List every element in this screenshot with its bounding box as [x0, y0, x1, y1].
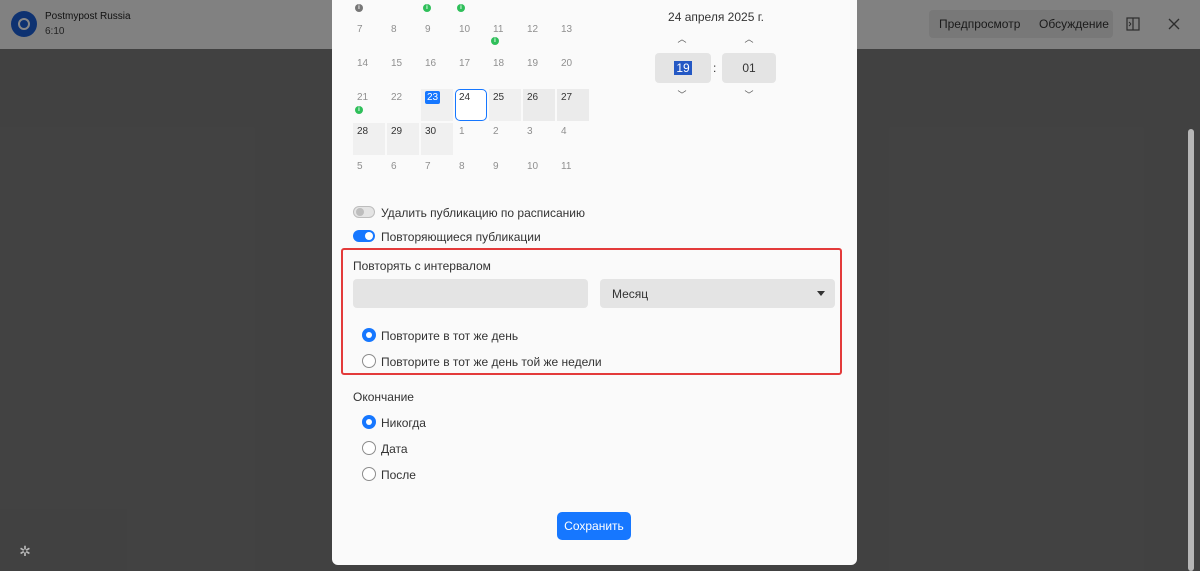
calendar-day[interactable]: 8 — [387, 21, 419, 53]
caret-down-icon — [817, 291, 825, 296]
delete-scheduled-toggle[interactable] — [353, 206, 375, 218]
calendar-day[interactable]: 10 — [523, 158, 555, 190]
calendar-day[interactable]: 28 — [353, 123, 385, 155]
date-label: Дата — [381, 442, 408, 456]
scrollbar[interactable] — [1188, 129, 1194, 571]
hour-input[interactable]: 19 — [655, 53, 711, 83]
calendar-day[interactable]: 30 — [421, 123, 453, 155]
event-badge-icon: i — [355, 4, 363, 12]
calendar-day[interactable]: 17 — [455, 55, 487, 87]
calendar-day[interactable]: 26 — [523, 89, 555, 121]
calendar-day[interactable]: 8 — [455, 158, 487, 190]
event-badge-icon: i — [457, 4, 465, 12]
calendar-day[interactable]: 15 — [387, 55, 419, 87]
minute-up-chevron-icon[interactable]: ︿ — [744, 34, 754, 44]
calendar-day[interactable]: 14 — [353, 55, 385, 87]
calendar-day[interactable]: 11 — [557, 158, 589, 190]
calendar-day[interactable]: 25 — [489, 89, 521, 121]
minute-down-chevron-icon[interactable]: ﹀ — [744, 90, 754, 100]
selected-date-label: 24 апреля 2025 г. — [668, 10, 764, 24]
calendar-day[interactable]: 9 — [489, 158, 521, 190]
calendar-day[interactable]: 7 — [421, 158, 453, 190]
calendar-day[interactable]: 2 — [489, 123, 521, 155]
calendar-day[interactable]: 3 — [523, 123, 555, 155]
calendar-day[interactable]: 1 — [455, 123, 487, 155]
repeat-posts-toggle[interactable] — [353, 230, 375, 242]
radio-never[interactable] — [362, 415, 376, 429]
radio-after[interactable] — [362, 467, 376, 481]
same-weekday-label: Повторите в тот же день той же недели — [381, 355, 602, 369]
ending-label: Окончание — [353, 390, 414, 404]
calendar-day[interactable]: 16 — [421, 55, 453, 87]
calendar-day[interactable]: 20 — [557, 55, 589, 87]
event-badge-icon: i — [491, 37, 499, 45]
repeat-interval-label: Повторять с интервалом — [353, 259, 491, 273]
calendar-day-selected[interactable]: 24 — [455, 89, 487, 121]
calendar-day[interactable]: 27 — [557, 89, 589, 121]
calendar-day[interactable]: 6 — [387, 158, 419, 190]
settings-gear-icon[interactable]: ✲ — [17, 543, 33, 559]
calendar-day[interactable]: 29 — [387, 123, 419, 155]
never-label: Никогда — [381, 416, 426, 430]
calendar-day[interactable]: 12 — [523, 21, 555, 53]
calendar-day[interactable]: 4 — [557, 123, 589, 155]
calendar-day[interactable]: 13 — [557, 21, 589, 53]
event-badge-icon: i — [355, 106, 363, 114]
radio-same-weekday[interactable] — [362, 354, 376, 368]
save-button[interactable]: Сохранить — [557, 512, 631, 540]
calendar-day[interactable]: 18 — [489, 55, 521, 87]
event-badge-icon: i — [423, 4, 431, 12]
radio-same-day[interactable] — [362, 328, 376, 342]
same-day-label: Повторите в тот же день — [381, 329, 519, 343]
calendar-day[interactable]: 7 — [353, 21, 385, 53]
calendar-day[interactable]: 19 — [523, 55, 555, 87]
repeat-posts-label: Повторяющиеся публикации — [381, 230, 541, 244]
calendar-day[interactable]: 22 — [387, 89, 419, 121]
radio-date[interactable] — [362, 441, 376, 455]
delete-scheduled-label: Удалить публикацию по расписанию — [381, 206, 585, 220]
calendar-day[interactable]: 21 — [353, 89, 385, 121]
interval-unit-select[interactable]: Месяц — [600, 279, 835, 308]
calendar-day[interactable]: 9 — [421, 21, 453, 53]
hour-down-chevron-icon[interactable]: ﹀ — [677, 90, 687, 100]
interval-unit-value: Месяц — [612, 287, 649, 301]
after-label: После — [381, 468, 416, 482]
calendar-day-today[interactable]: 23 — [421, 89, 453, 121]
time-separator: : — [713, 61, 717, 75]
minute-input[interactable]: 01 — [722, 53, 776, 83]
hour-up-chevron-icon[interactable]: ︿ — [677, 34, 687, 44]
calendar-day[interactable]: 10 — [455, 21, 487, 53]
interval-input[interactable] — [353, 279, 588, 308]
calendar-day[interactable]: 5 — [353, 158, 385, 190]
